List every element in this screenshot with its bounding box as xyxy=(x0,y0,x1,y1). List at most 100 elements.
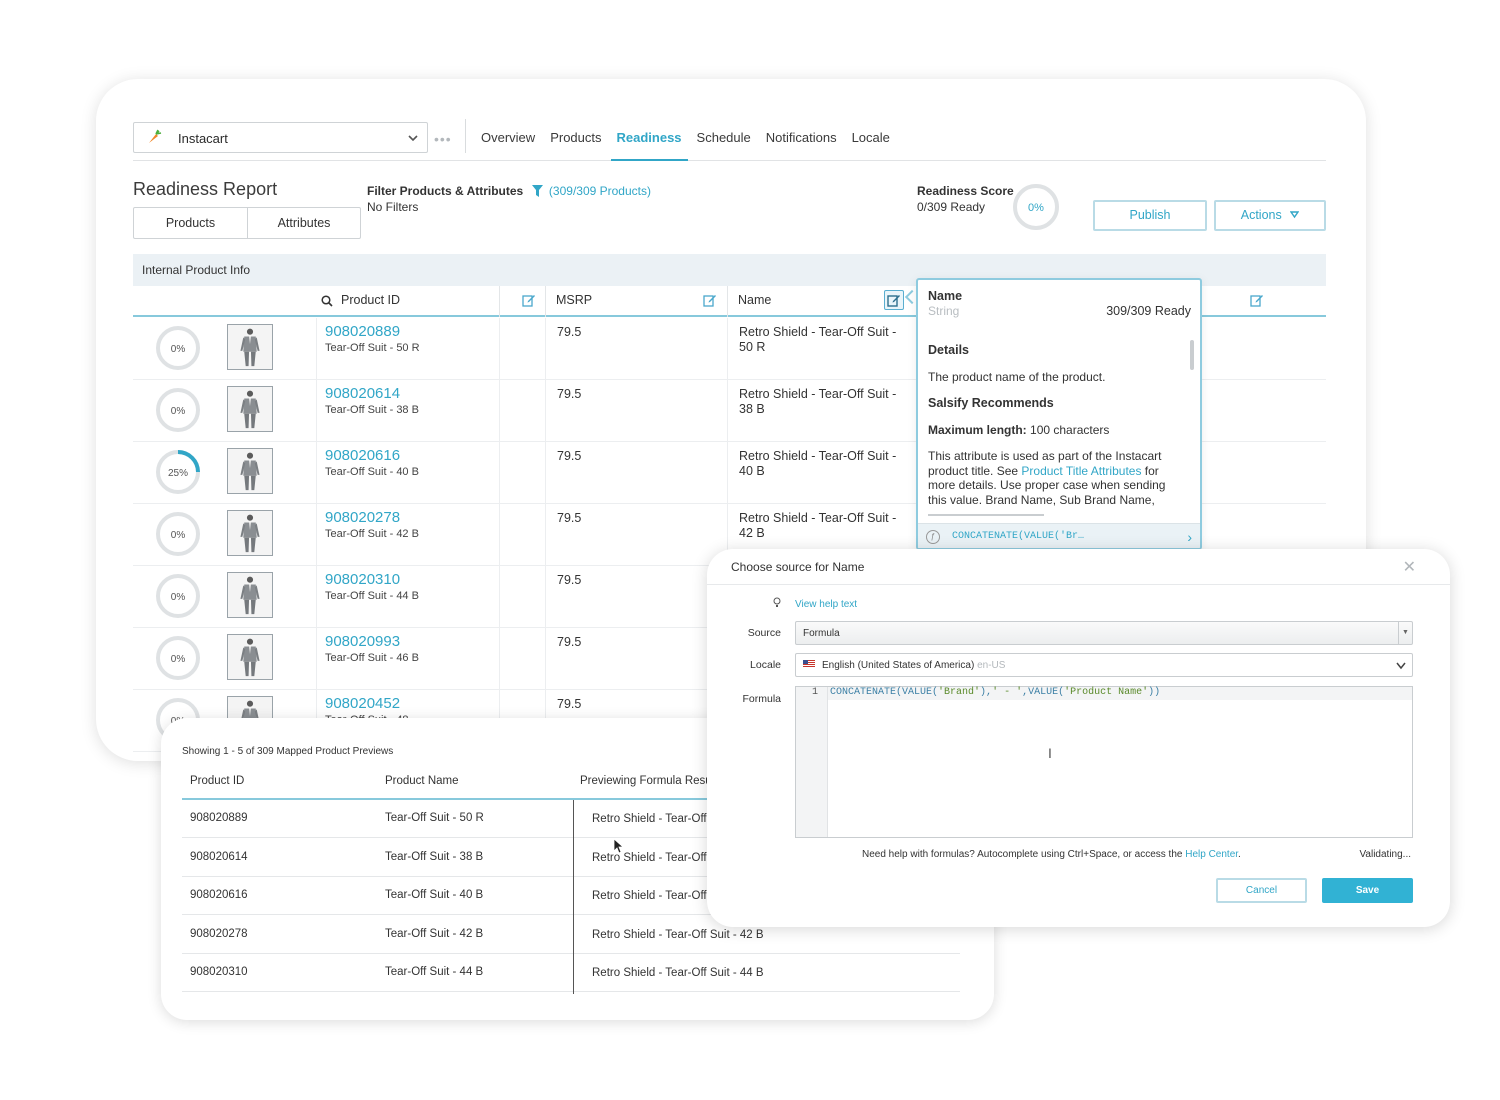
tab-products[interactable]: Products xyxy=(550,130,601,161)
product-title-attributes-link[interactable]: Product Title Attributes xyxy=(1021,464,1141,478)
divider xyxy=(499,380,500,442)
locale-value: English (United States of America) xyxy=(822,660,975,671)
carrot-logo-icon xyxy=(149,129,162,143)
details-heading: Details xyxy=(928,343,969,357)
msrp-value: 79.5 xyxy=(557,387,582,401)
edit-icon[interactable] xyxy=(1250,293,1264,307)
segment-attributes[interactable]: Attributes xyxy=(247,208,360,238)
tab-overview[interactable]: Overview xyxy=(481,130,535,161)
product-thumbnail[interactable] xyxy=(227,510,273,556)
preview-name: Tear-Off Suit - 38 B xyxy=(385,851,484,863)
close-icon[interactable]: ✕ xyxy=(1403,557,1416,577)
column-product-id[interactable]: Product ID xyxy=(341,293,400,307)
chevron-down-icon xyxy=(1396,662,1406,670)
table-row: 908020310 Tear-Off Suit - 44 B Retro Shiel… xyxy=(182,954,960,992)
actions-button[interactable]: Actions xyxy=(1214,200,1326,231)
tab-notifications[interactable]: Notifications xyxy=(766,130,837,161)
line-number: 1 xyxy=(811,687,818,698)
tab-schedule[interactable]: Schedule xyxy=(697,130,751,161)
product-id-link[interactable]: 908020616 xyxy=(325,447,400,464)
publish-button[interactable]: Publish xyxy=(1093,200,1207,231)
preview-result: Retro Shield - Tear-Off S xyxy=(592,852,718,864)
filter-heading[interactable]: Filter Products & Attributes (309/309 Pr… xyxy=(367,184,651,198)
popover-hscrollbar[interactable] xyxy=(928,514,1044,516)
product-id-link[interactable]: 908020278 xyxy=(325,509,400,526)
readiness-percent: 0% xyxy=(171,406,186,417)
score-count: 0/309 Ready xyxy=(917,200,986,214)
preview-name: Tear-Off Suit - 40 B xyxy=(385,889,484,901)
formula-code: CONCATENATE(VALUE('Brand'),' - ',VALUE('… xyxy=(830,687,1160,698)
top-navigation: Instacart ••• Overview Products Readines… xyxy=(133,119,1326,161)
score-title: Readiness Score xyxy=(917,184,1014,198)
product-name: Retro Shield - Tear-Off Suit - 50 R xyxy=(739,325,897,354)
recommends-heading: Salsify Recommends xyxy=(928,396,1054,410)
column-name[interactable]: Name xyxy=(738,293,771,307)
save-button[interactable]: Save xyxy=(1322,878,1413,903)
view-toggle: Products Attributes xyxy=(133,207,361,239)
tab-locale[interactable]: Locale xyxy=(852,130,890,161)
preview-column-name: Product Name xyxy=(385,775,459,787)
product-id-link[interactable]: 908020889 xyxy=(325,323,400,340)
product-thumbnail[interactable] xyxy=(227,634,273,680)
popover-scrollbar[interactable] xyxy=(1190,340,1194,370)
readiness-percent: 25% xyxy=(168,468,188,479)
suit-figure-icon xyxy=(240,576,260,615)
msrp-value: 79.5 xyxy=(557,325,582,339)
product-id-link[interactable]: 908020614 xyxy=(325,385,400,402)
divider xyxy=(316,504,317,566)
code-string: ' - ' xyxy=(992,687,1023,698)
column-msrp[interactable]: MSRP xyxy=(556,293,592,307)
formula-preview-bar[interactable]: ƒ CONCATENATE(VALUE('Br… › xyxy=(918,523,1200,548)
product-id-link[interactable]: 908020310 xyxy=(325,571,400,588)
product-thumbnail[interactable] xyxy=(227,448,273,494)
search-icon[interactable] xyxy=(321,295,333,307)
divider xyxy=(573,800,574,994)
more-options-icon[interactable]: ••• xyxy=(434,131,452,147)
divider xyxy=(545,566,546,628)
store-select[interactable]: Instacart xyxy=(133,122,428,153)
product-thumbnail[interactable] xyxy=(227,324,273,370)
formula-label: Formula xyxy=(742,693,781,705)
suit-figure-icon xyxy=(240,638,260,677)
product-description: Tear-Off Suit - 40 B xyxy=(325,466,419,478)
product-id-link[interactable]: 908020452 xyxy=(325,695,400,712)
edit-icon[interactable] xyxy=(522,293,536,307)
preview-result: Retro Shield - Tear-Off S xyxy=(592,813,718,825)
divider xyxy=(499,318,500,380)
chevron-right-icon[interactable]: › xyxy=(1187,529,1192,545)
code-token: ,VALUE( xyxy=(1022,687,1065,698)
locale-select[interactable]: English (United States of America) en-US xyxy=(795,653,1413,677)
segment-products[interactable]: Products xyxy=(134,208,247,238)
dialog-title: Choose source for Name xyxy=(731,560,865,574)
divider xyxy=(316,566,317,628)
max-length: Maximum length: 100 characters xyxy=(928,423,1180,438)
edit-icon[interactable] xyxy=(884,290,904,310)
view-help-link[interactable]: View help text xyxy=(795,599,857,610)
divider xyxy=(545,318,546,380)
product-thumbnail[interactable] xyxy=(227,572,273,618)
preview-name: Tear-Off Suit - 50 R xyxy=(385,812,484,824)
lightbulb-icon xyxy=(773,597,781,607)
usage-text: This attribute is used as part of the In… xyxy=(928,449,1180,507)
divider xyxy=(499,628,500,690)
divider xyxy=(727,286,728,317)
filter-count: (309/309 Products) xyxy=(548,184,651,198)
product-description: Tear-Off Suit - 42 B xyxy=(325,528,419,540)
product-id-link[interactable]: 908020993 xyxy=(325,633,400,650)
source-select[interactable]: Formula ▼ xyxy=(795,621,1413,645)
locale-text: English (United States of America) en-US xyxy=(803,660,1005,671)
funnel-icon xyxy=(531,185,543,197)
edit-icon[interactable] xyxy=(703,293,717,307)
readiness-ring: 25% xyxy=(156,450,200,494)
divider xyxy=(545,504,546,566)
preview-name: Tear-Off Suit - 42 B xyxy=(385,928,484,940)
formula-help-note: Need help with formulas? Autocomplete us… xyxy=(862,849,1241,860)
score-percent: 0% xyxy=(1028,202,1044,214)
formula-editor[interactable]: 1 CONCATENATE(VALUE('Brand'),' - ',VALUE… xyxy=(795,686,1413,838)
product-thumbnail[interactable] xyxy=(227,386,273,432)
tab-readiness[interactable]: Readiness xyxy=(610,130,688,161)
popover-body: Details The product name of the product.… xyxy=(928,343,1180,519)
help-center-link[interactable]: Help Center xyxy=(1185,849,1238,860)
score-ring: 0% xyxy=(1013,184,1059,230)
cancel-button[interactable]: Cancel xyxy=(1216,878,1307,903)
